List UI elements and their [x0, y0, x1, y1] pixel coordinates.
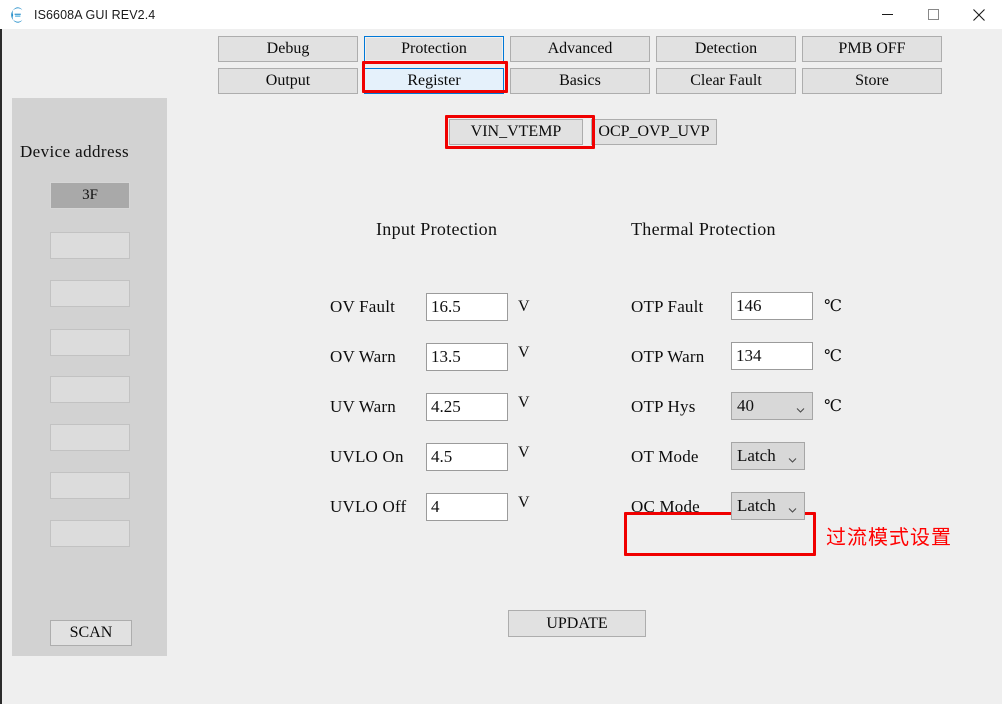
device-address-slot-7[interactable] — [50, 520, 130, 547]
annotation-note-text: 过流模式设置 — [826, 525, 952, 549]
update-button[interactable]: UPDATE — [508, 610, 646, 637]
select-ot-mode[interactable]: Latch — [731, 442, 805, 470]
nav-button-output[interactable]: Output — [218, 68, 358, 94]
nav-button-debug[interactable]: Debug — [218, 36, 358, 62]
select-ot-mode-value: Latch — [737, 446, 776, 465]
close-button[interactable] — [956, 0, 1002, 29]
window-title: IS6608A GUI REV2.4 — [34, 7, 156, 22]
select-oc-mode-value: Latch — [737, 496, 776, 515]
input-otp-fault[interactable] — [731, 292, 813, 320]
nav-button-store[interactable]: Store — [802, 68, 942, 94]
label-otp-fault: OTP Fault — [631, 297, 704, 316]
device-address-slot-1[interactable] — [50, 232, 130, 259]
nav-button-pmb-off[interactable]: PMB OFF — [802, 36, 942, 62]
unit-ov-fault: V — [518, 298, 530, 315]
device-address-panel: Device address 3F SCAN — [12, 98, 167, 656]
label-uvlo-on: UVLO On — [330, 447, 404, 466]
nav-button-basics[interactable]: Basics — [510, 68, 650, 94]
input-protection-title: Input Protection — [376, 219, 498, 239]
label-ov-fault: OV Fault — [330, 297, 396, 316]
nav-button-clear-fault[interactable]: Clear Fault — [656, 68, 796, 94]
device-address-slot-5[interactable] — [50, 424, 130, 451]
navigation-button-grid: Debug Protection Advanced Detection PMB … — [218, 36, 942, 94]
input-uvlo-off[interactable] — [426, 493, 508, 521]
label-ov-warn: OV Warn — [330, 347, 396, 366]
unit-otp-fault: ℃ — [824, 298, 842, 315]
input-uv-warn[interactable] — [426, 393, 508, 421]
label-uvlo-off: UVLO Off — [330, 497, 407, 516]
nav-button-advanced[interactable]: Advanced — [510, 36, 650, 62]
nav-button-register[interactable]: Register — [364, 68, 504, 94]
tab-ocp-ovp-uvp[interactable]: OCP_OVP_UVP — [591, 119, 717, 145]
label-otp-warn: OTP Warn — [631, 347, 705, 366]
sub-tab-bar: VIN_VTEMP OCP_OVP_UVP — [449, 119, 717, 145]
unit-uv-warn: V — [518, 394, 530, 411]
input-uvlo-on[interactable] — [426, 443, 508, 471]
input-ov-warn[interactable] — [426, 343, 508, 371]
nav-button-protection[interactable]: Protection — [364, 36, 504, 62]
label-oc-mode: OC Mode — [631, 497, 700, 516]
device-address-slot-0[interactable]: 3F — [50, 182, 130, 209]
chevron-down-icon — [787, 501, 798, 513]
select-oc-mode[interactable]: Latch — [731, 492, 805, 520]
scan-button[interactable]: SCAN — [50, 620, 132, 646]
select-otp-hys-value: 40 — [737, 396, 754, 415]
device-address-slot-2[interactable] — [50, 280, 130, 307]
device-address-slot-6[interactable] — [50, 472, 130, 499]
unit-uvlo-on: V — [518, 444, 530, 461]
app-logo-icon — [9, 6, 25, 23]
title-bar: IS6608A GUI REV2.4 — [0, 0, 1002, 30]
minimize-button[interactable] — [864, 0, 910, 29]
input-otp-warn[interactable] — [731, 342, 813, 370]
device-address-slot-3[interactable] — [50, 329, 130, 356]
nav-button-detection[interactable]: Detection — [656, 36, 796, 62]
device-address-title: Device address — [20, 142, 129, 161]
thermal-protection-title: Thermal Protection — [631, 219, 776, 239]
label-ot-mode: OT Mode — [631, 447, 699, 466]
unit-otp-warn: ℃ — [824, 348, 842, 365]
unit-ov-warn: V — [518, 344, 530, 361]
tab-vin-vtemp[interactable]: VIN_VTEMP — [449, 119, 583, 145]
window-controls — [864, 0, 1002, 29]
unit-uvlo-off: V — [518, 494, 530, 511]
chevron-down-icon — [795, 401, 806, 413]
chevron-down-icon — [787, 451, 798, 463]
label-uv-warn: UV Warn — [330, 397, 396, 416]
input-ov-fault[interactable] — [426, 293, 508, 321]
unit-otp-hys: ℃ — [824, 398, 842, 415]
device-address-slot-4[interactable] — [50, 376, 130, 403]
window-client-area: Debug Protection Advanced Detection PMB … — [0, 29, 1002, 704]
maximize-button[interactable] — [910, 0, 956, 29]
select-otp-hys[interactable]: 40 — [731, 392, 813, 420]
label-otp-hys: OTP Hys — [631, 397, 696, 416]
